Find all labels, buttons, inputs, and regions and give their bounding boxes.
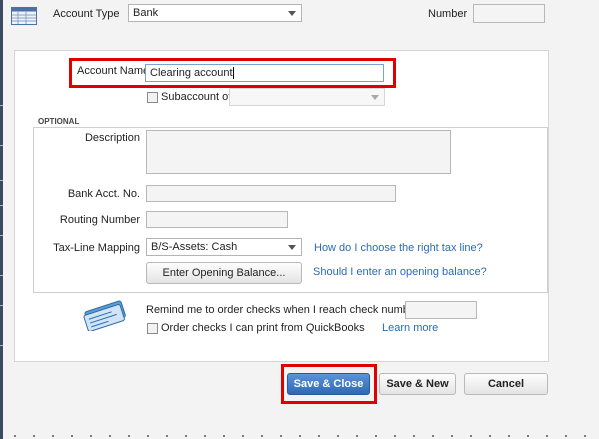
subaccount-select[interactable]: [229, 88, 385, 106]
tax-line-select[interactable]: B/S-Assets: Cash: [146, 238, 302, 256]
checkbook-icon: [82, 297, 128, 332]
bank-acct-label: Bank Acct. No.: [67, 188, 140, 200]
learn-more-link[interactable]: Learn more: [382, 322, 438, 334]
order-checks-checkbox[interactable]: [147, 323, 158, 334]
chevron-down-icon: [288, 245, 296, 250]
account-register-icon: [11, 7, 37, 25]
dotted-strip: [0, 435, 599, 437]
enter-opening-balance-button[interactable]: Enter Opening Balance...: [146, 262, 302, 284]
background-window-edge: [0, 0, 3, 439]
description-label: Description: [84, 132, 140, 144]
number-field[interactable]: [473, 4, 545, 23]
account-name-value: Clearing account: [150, 67, 233, 79]
chevron-down-icon: [371, 95, 379, 100]
tax-line-value: B/S-Assets: Cash: [151, 241, 238, 253]
cancel-button[interactable]: Cancel: [464, 373, 548, 395]
save-close-button[interactable]: Save & Close: [287, 373, 370, 395]
opening-balance-help-link[interactable]: Should I enter an opening balance?: [313, 266, 487, 278]
tax-line-label: Tax-Line Mapping: [53, 242, 140, 254]
cancel-label: Cancel: [487, 378, 525, 390]
save-new-label: Save & New: [386, 378, 449, 390]
save-new-button[interactable]: Save & New: [379, 373, 456, 395]
account-type-value: Bank: [133, 7, 159, 19]
save-close-label: Save & Close: [293, 378, 364, 390]
remind-checks-label: Remind me to order checks when I reach c…: [146, 304, 419, 316]
subaccount-label: Subaccount of: [161, 91, 232, 103]
remind-check-number-field[interactable]: [405, 301, 477, 319]
optional-section-label: OPTIONAL: [38, 117, 80, 126]
account-type-label: Account Type: [53, 8, 120, 20]
account-name-input[interactable]: Clearing account: [145, 64, 384, 82]
order-checks-label: Order checks I can print from QuickBooks: [161, 322, 365, 334]
tax-line-help-link[interactable]: How do I choose the right tax line?: [314, 242, 483, 254]
account-type-select[interactable]: Bank: [128, 4, 302, 22]
chevron-down-icon: [288, 11, 296, 16]
account-name-label: Account Name: [77, 65, 150, 77]
routing-number-field[interactable]: [146, 211, 288, 228]
subaccount-checkbox[interactable]: [147, 92, 158, 103]
description-field[interactable]: [146, 130, 451, 174]
number-label: Number: [428, 8, 468, 20]
bank-acct-field[interactable]: [146, 185, 396, 202]
routing-number-label: Routing Number: [59, 214, 140, 226]
